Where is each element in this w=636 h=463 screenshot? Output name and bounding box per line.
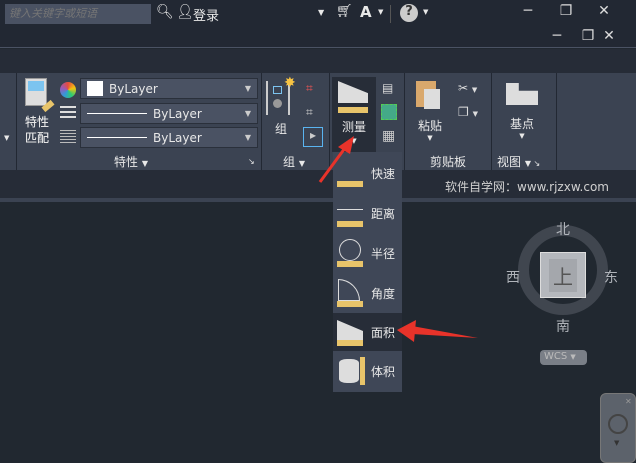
annotation-arrows bbox=[318, 136, 478, 342]
close-icon[interactable]: ✕ bbox=[625, 397, 632, 406]
compass-west[interactable]: 西 bbox=[506, 267, 520, 287]
viewcube-face-label: 上 bbox=[549, 258, 577, 292]
steering-wheel-icon[interactable] bbox=[608, 414, 628, 434]
viewcube-top-face[interactable]: 上 bbox=[540, 252, 586, 298]
chevron-down-icon[interactable]: ▼ bbox=[614, 439, 619, 447]
wcs-label: WCS bbox=[544, 351, 568, 362]
wcs-dropdown[interactable]: WCS ▼ bbox=[540, 350, 587, 365]
compass-north[interactable]: 北 bbox=[556, 219, 570, 239]
red-arrow-icon bbox=[318, 136, 354, 183]
red-arrow-icon bbox=[397, 320, 478, 342]
compass-south[interactable]: 南 bbox=[556, 316, 570, 336]
compass-east[interactable]: 东 bbox=[604, 267, 618, 287]
navigation-bar[interactable]: ✕ ▼ bbox=[600, 393, 636, 463]
